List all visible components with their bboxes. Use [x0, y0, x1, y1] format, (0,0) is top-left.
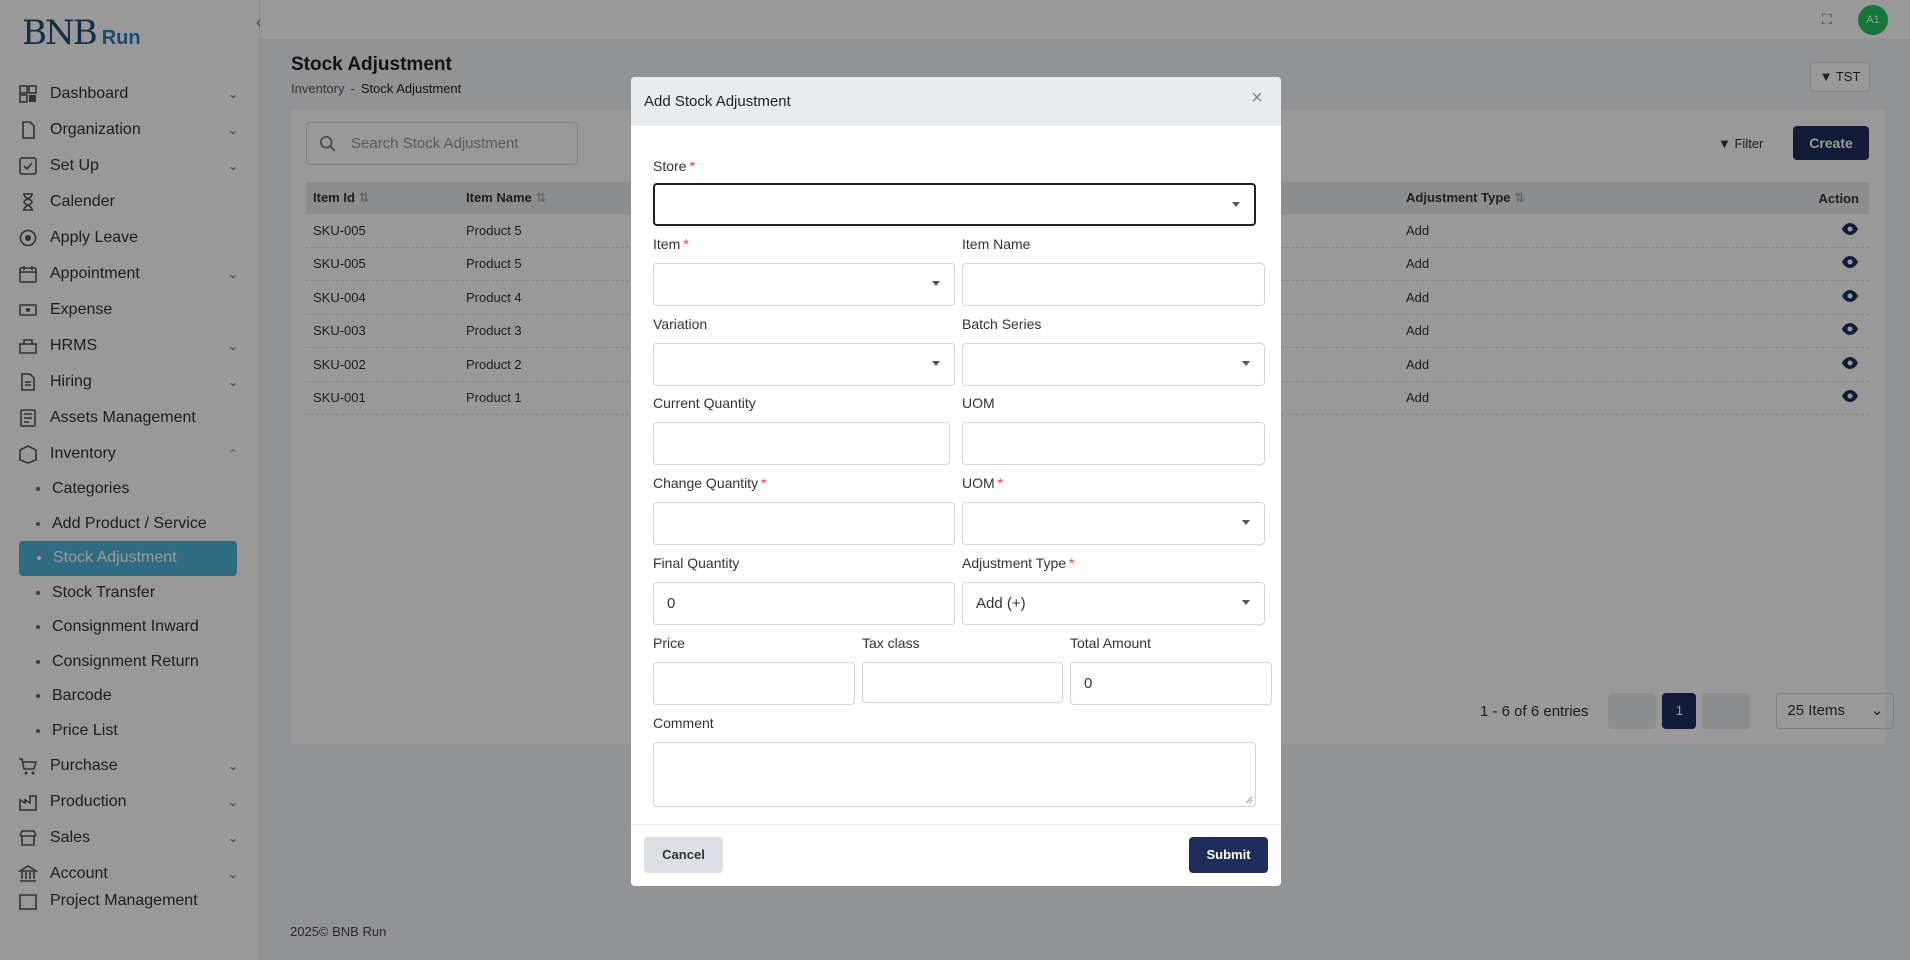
required-marker: *	[1069, 555, 1075, 571]
adjustment-type-value: Add (+)	[976, 595, 1026, 612]
change-quantity-label: Change Quantity *	[653, 475, 767, 491]
item-label: Item *	[653, 236, 689, 252]
required-marker: *	[761, 475, 767, 491]
comment-label: Comment	[653, 715, 714, 731]
caret-down-icon	[1242, 600, 1250, 605]
current-quantity-label: Current Quantity	[653, 395, 756, 411]
adjustment-type-select[interactable]: Add (+)	[962, 582, 1265, 625]
uom-change-select[interactable]	[962, 502, 1265, 545]
change-quantity-field[interactable]	[653, 502, 955, 545]
variation-select[interactable]	[653, 343, 955, 386]
required-marker: *	[689, 158, 695, 174]
caret-down-icon	[932, 281, 940, 286]
item-name-field[interactable]	[962, 263, 1265, 306]
resize-handle-icon[interactable]	[1245, 796, 1253, 804]
store-label: Store *	[653, 158, 695, 174]
total-amount-field[interactable]: 0	[1070, 662, 1272, 705]
store-select[interactable]	[653, 183, 1256, 226]
uom-current-label: UOM	[962, 395, 995, 411]
price-label: Price	[653, 635, 685, 651]
caret-down-icon	[1232, 202, 1240, 207]
modal-header: Add Stock Adjustment ×	[631, 77, 1281, 126]
caret-down-icon	[932, 361, 940, 366]
item-name-label: Item Name	[962, 236, 1031, 252]
tax-class-field[interactable]	[862, 662, 1063, 703]
uom-change-label: UOM *	[962, 475, 1004, 491]
item-select[interactable]	[653, 263, 955, 306]
tax-class-label: Tax class	[862, 635, 920, 651]
variation-label: Variation	[653, 316, 708, 332]
submit-button[interactable]: Submit	[1189, 837, 1268, 873]
total-amount-value: 0	[1084, 675, 1093, 692]
cancel-button[interactable]: Cancel	[644, 837, 723, 873]
batch-series-select[interactable]	[962, 343, 1265, 386]
required-marker: *	[997, 475, 1004, 491]
final-quantity-value: 0	[667, 595, 676, 612]
price-field[interactable]	[653, 662, 855, 705]
modal-footer: Cancel Submit	[631, 824, 1281, 886]
caret-down-icon	[1242, 361, 1250, 366]
adjustment-type-label: Adjustment Type *	[962, 555, 1075, 571]
uom-current-field[interactable]	[962, 422, 1265, 465]
current-quantity-field[interactable]	[653, 422, 950, 465]
modal-title: Add Stock Adjustment	[644, 93, 791, 110]
close-icon[interactable]: ×	[1248, 88, 1266, 108]
add-stock-adjustment-modal: Add Stock Adjustment × Store * Item * Item…	[631, 77, 1281, 886]
comment-textarea[interactable]	[653, 742, 1256, 807]
final-quantity-label: Final Quantity	[653, 555, 740, 571]
batch-series-label: Batch Series	[962, 316, 1042, 332]
final-quantity-field[interactable]: 0	[653, 582, 955, 625]
caret-down-icon	[1242, 520, 1250, 525]
required-marker: *	[683, 236, 689, 252]
total-amount-label: Total Amount	[1070, 635, 1151, 651]
